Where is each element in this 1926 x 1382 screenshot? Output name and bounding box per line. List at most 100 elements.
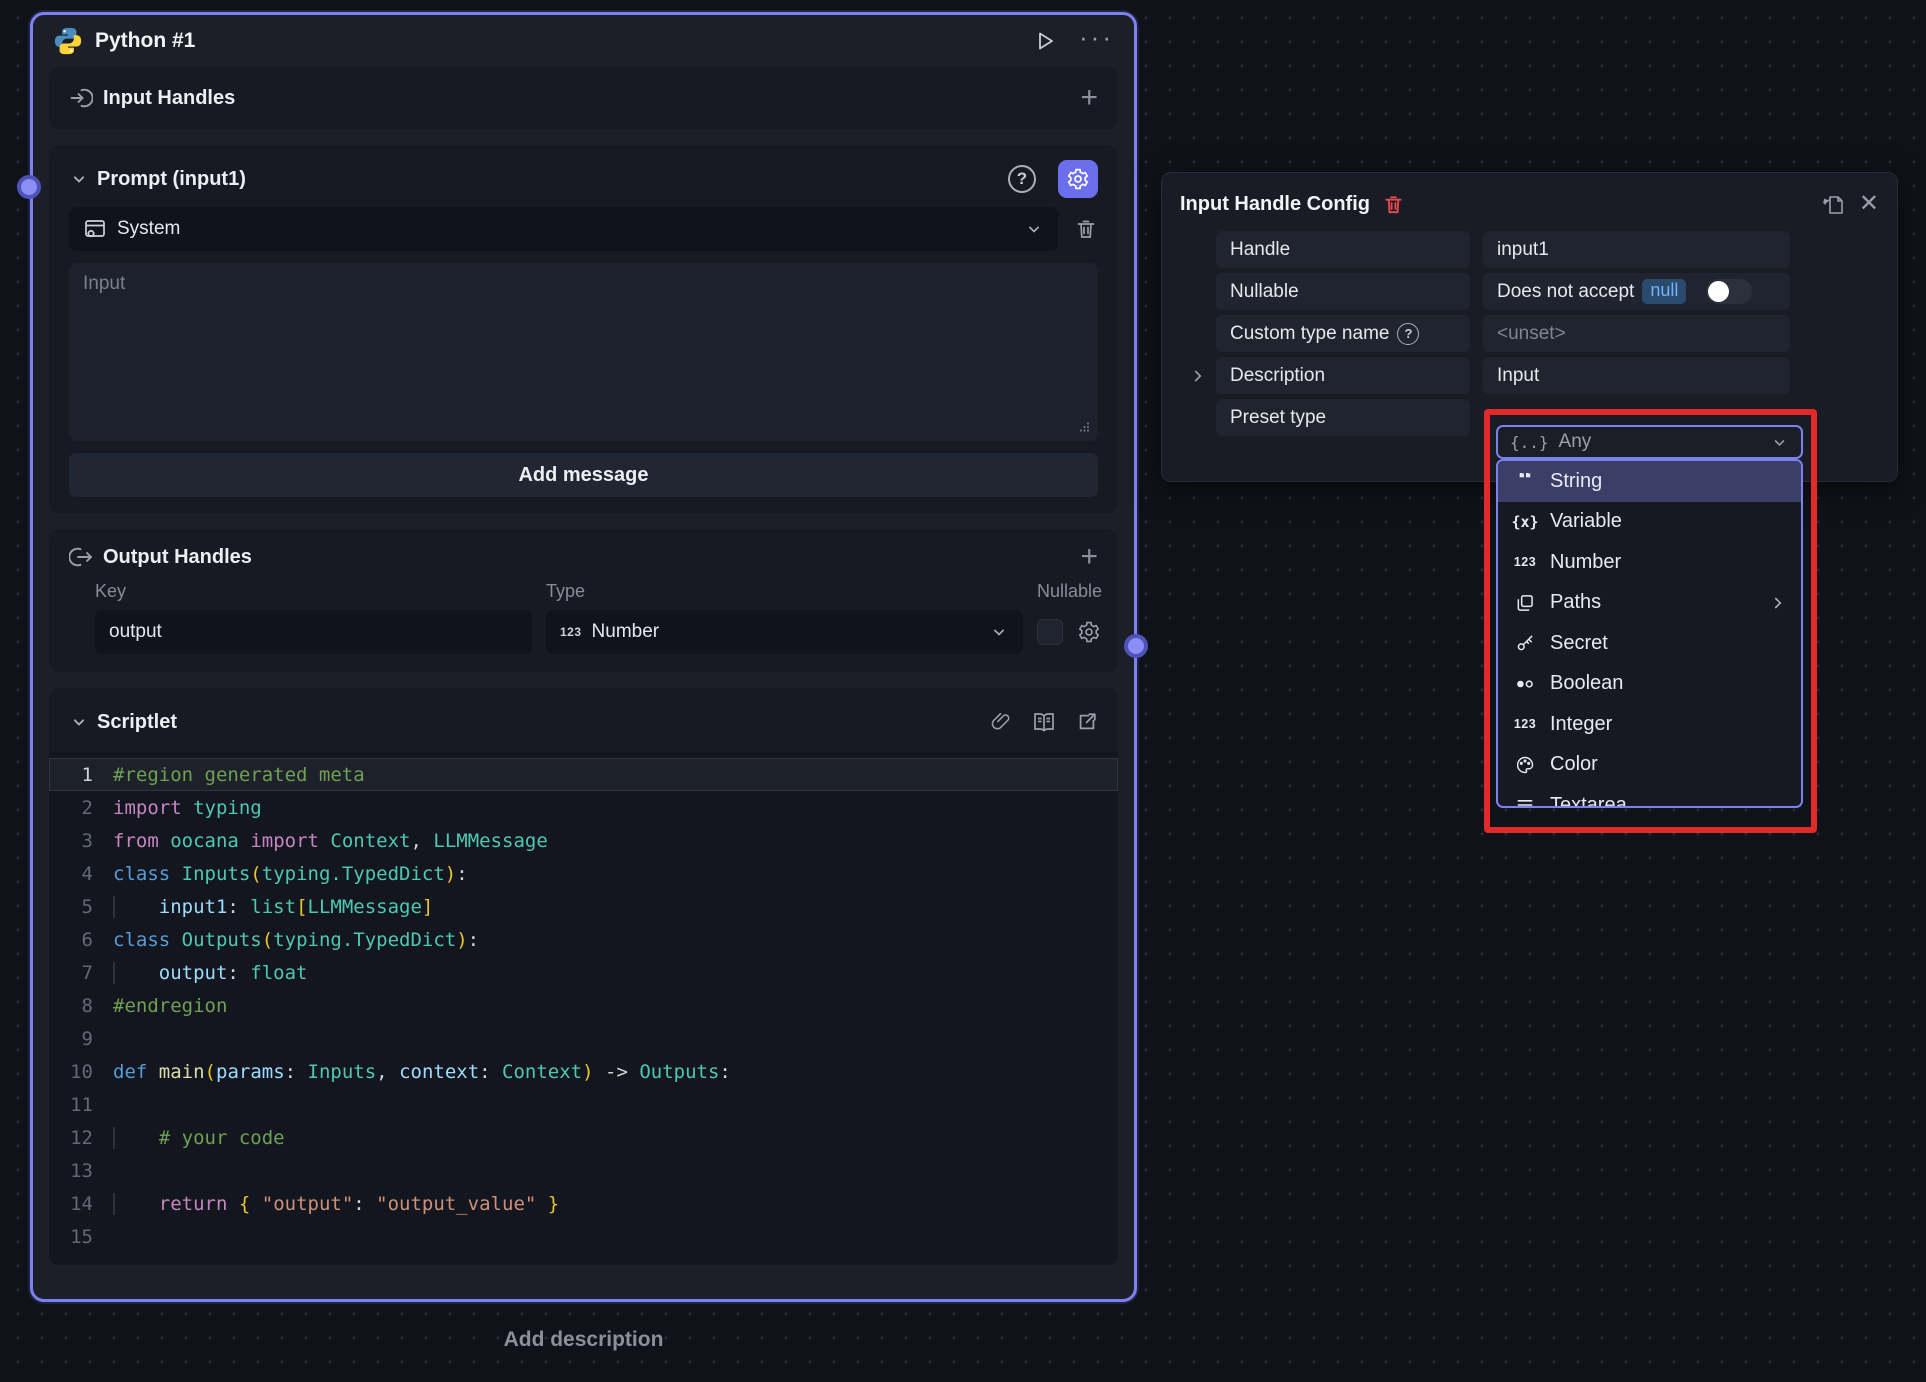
code-editor[interactable]: 1#region generated meta2import typing3fr… <box>49 752 1118 1265</box>
message-role-value: System <box>117 218 1014 240</box>
prompt-input-placeholder: Input <box>83 273 125 294</box>
python-logo-icon <box>53 26 83 56</box>
output-type-select[interactable]: 123 Number <box>546 610 1023 654</box>
prompt-input-textarea[interactable]: Input <box>69 263 1098 441</box>
prompt-settings-button[interactable] <box>1058 160 1098 198</box>
add-message-button[interactable]: Add message <box>69 453 1098 497</box>
more-options-button[interactable]: ··· <box>1079 32 1114 50</box>
dropdown-item-paths[interactable]: Paths <box>1498 583 1801 624</box>
dropdown-item-label: String <box>1550 470 1787 493</box>
dropdown-item-boolean[interactable]: Boolean <box>1498 664 1801 705</box>
description-input[interactable]: Input <box>1483 357 1790 394</box>
scriptlet-title: Scriptlet <box>97 711 982 734</box>
node-titlebar: Python #1 ··· <box>33 15 1134 67</box>
variable-icon: {x} <box>1512 513 1538 531</box>
chevron-down-icon <box>989 622 1009 642</box>
python-node[interactable]: Python #1 ··· Input Handles + Prompt (in… <box>30 12 1137 1302</box>
add-description-button[interactable]: Add description <box>30 1328 1137 1352</box>
message-role-select[interactable]: System <box>69 207 1058 251</box>
chevron-right-icon <box>1769 594 1787 612</box>
boolean-icon <box>1512 673 1538 695</box>
system-role-icon <box>83 217 107 241</box>
input-handles-icon <box>69 86 93 110</box>
dropdown-item-color[interactable]: Color <box>1498 745 1801 786</box>
chevron-down-icon[interactable] <box>69 712 89 732</box>
dropdown-item-integer[interactable]: 123Integer <box>1498 704 1801 745</box>
code-line: 4class Inputs(typing.TypedDict): <box>49 857 1118 890</box>
dropdown-item-variable[interactable]: {x}Variable <box>1498 502 1801 543</box>
dropdown-item-label: Textarea <box>1550 794 1787 808</box>
custom-type-name-label: Custom type name ? <box>1216 315 1470 352</box>
column-type: Type <box>546 581 1023 602</box>
resize-grip[interactable] <box>1078 421 1090 433</box>
nullable-label: Nullable <box>1216 273 1470 310</box>
code-line: 3from oocana import Context, LLMMessage <box>49 824 1118 857</box>
help-icon[interactable]: ? <box>1397 323 1419 345</box>
dropdown-item-textarea[interactable]: Textarea <box>1498 785 1801 808</box>
dropdown-item-label: Boolean <box>1550 672 1787 695</box>
number-icon: 123 <box>560 625 582 639</box>
output-connection-handle[interactable] <box>1124 634 1148 658</box>
preset-type-select[interactable]: {..} Any <box>1496 425 1803 459</box>
dropdown-item-string[interactable]: “ String <box>1498 461 1801 502</box>
attach-file-icon[interactable] <box>990 711 1012 733</box>
color-icon <box>1512 755 1538 775</box>
input-handles-title: Input Handles <box>103 87 1070 110</box>
add-input-handle-button[interactable]: + <box>1080 88 1098 108</box>
scriptlet-section: Scriptlet 1#region generated meta2import… <box>49 688 1118 1265</box>
input-handles-section: Input Handles + <box>49 67 1118 129</box>
output-key-value: output <box>109 621 162 643</box>
code-line: 2import typing <box>49 791 1118 824</box>
input-connection-handle[interactable] <box>17 175 41 199</box>
expand-description-button[interactable] <box>1180 367 1216 385</box>
config-panel-title: Input Handle Config <box>1180 193 1370 216</box>
quote-icon: “ <box>1512 473 1538 489</box>
dropdown-item-label: Color <box>1550 753 1787 776</box>
help-icon[interactable]: ? <box>1008 165 1036 193</box>
code-line: 14 return { "output": "output_value" } <box>49 1187 1118 1220</box>
close-icon[interactable]: ✕ <box>1859 194 1879 214</box>
dropdown-item-number[interactable]: 123 Number <box>1498 542 1801 583</box>
custom-type-name-input[interactable]: <unset> <box>1483 315 1790 352</box>
delete-message-button[interactable] <box>1074 217 1098 241</box>
handle-input[interactable]: input1 <box>1483 231 1790 268</box>
nullable-value: Does not accept null <box>1483 273 1790 310</box>
secret-icon <box>1512 633 1538 653</box>
duplicate-icon[interactable] <box>1821 191 1847 217</box>
number-icon: 123 <box>1512 555 1538 569</box>
column-nullable: Nullable <box>1037 581 1104 602</box>
prompt-title: Prompt (input1) <box>97 168 1000 191</box>
dropdown-item-label: Number <box>1550 551 1787 574</box>
output-handles-title: Output Handles <box>103 546 1070 569</box>
nullable-toggle[interactable] <box>1706 279 1752 304</box>
open-external-icon[interactable] <box>1076 711 1098 733</box>
paths-icon <box>1512 593 1538 613</box>
code-line: 7 output: float <box>49 956 1118 989</box>
nullable-status-text: Does not accept <box>1497 281 1634 303</box>
output-handles-icon <box>69 545 93 569</box>
prompt-section: Prompt (input1) ? System Input <box>49 145 1118 513</box>
add-output-handle-button[interactable]: + <box>1080 547 1098 567</box>
preset-type-value: Any <box>1559 431 1760 453</box>
integer-icon: 123 <box>1512 717 1538 731</box>
output-type-value: Number <box>592 621 979 643</box>
output-key-input[interactable]: output <box>95 610 532 654</box>
docs-icon[interactable] <box>1032 710 1056 734</box>
preset-type-label: Preset type <box>1216 399 1470 436</box>
output-handle-row: output 123 Number <box>69 610 1098 654</box>
dropdown-item-secret[interactable]: Secret <box>1498 623 1801 664</box>
run-button[interactable] <box>1033 29 1057 53</box>
code-line: 15 <box>49 1220 1118 1253</box>
chevron-down-icon[interactable] <box>69 169 89 189</box>
code-line: 5 input1: list[LLMMessage] <box>49 890 1118 923</box>
null-badge: null <box>1642 279 1686 304</box>
output-settings-button[interactable] <box>1077 620 1103 644</box>
delete-handle-button[interactable] <box>1382 193 1405 216</box>
handle-label: Handle <box>1216 231 1470 268</box>
code-line: 9 <box>49 1022 1118 1055</box>
code-line: 10def main(params: Inputs, context: Cont… <box>49 1055 1118 1088</box>
column-key: Key <box>95 581 532 602</box>
nullable-checkbox[interactable] <box>1037 619 1063 645</box>
code-line: 13 <box>49 1154 1118 1187</box>
code-line: 1#region generated meta <box>49 758 1118 791</box>
